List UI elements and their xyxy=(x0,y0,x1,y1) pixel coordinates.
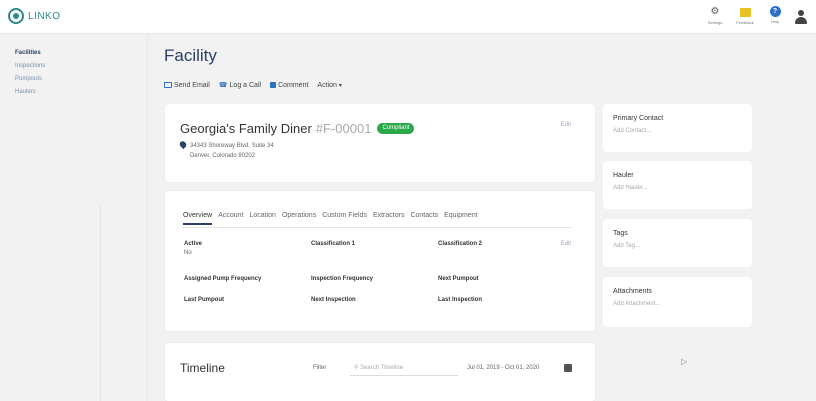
field-label: Active xyxy=(184,241,203,247)
facility-card: Georgia's Family Diner #F-00001 Complian… xyxy=(165,104,595,182)
field-label: Classification 1 xyxy=(311,241,356,247)
field-next-pumpout: Next Pumpout xyxy=(438,276,479,285)
field-label: Inspection Frequency xyxy=(311,276,374,282)
send-email-label: Send Email xyxy=(174,81,210,89)
tab-contacts[interactable]: Contacts xyxy=(410,212,438,225)
add-contact-link[interactable]: Add Contact... xyxy=(613,128,651,134)
add-hauler-link[interactable]: Add Hauler... xyxy=(613,185,648,191)
field-active: Active No xyxy=(184,241,202,256)
primary-contact-card: Primary Contact Add Contact... xyxy=(603,104,752,152)
logo-icon xyxy=(8,8,24,24)
tags-title: Tags xyxy=(613,230,628,237)
field-label: Next Inspection xyxy=(311,297,356,303)
tab-divider xyxy=(183,227,571,228)
field-assigned-pump-frequency: Assigned Pump Frequency xyxy=(184,276,261,285)
calendar-icon[interactable] xyxy=(564,364,572,372)
field-next-inspection: Next Inspection xyxy=(311,297,356,306)
hauler-card: Hauler Add Hauler... xyxy=(603,161,752,209)
logo-text: LINKO xyxy=(28,10,61,22)
chevron-down-icon: ▾ xyxy=(338,82,342,89)
field-inspection-frequency: Inspection Frequency xyxy=(311,276,373,285)
divider xyxy=(100,204,101,401)
attachments-card: Attachments Add Attachment... xyxy=(603,277,752,327)
top-icons: ⚙ Settings Feedback ? Help xyxy=(698,6,808,26)
sidebar-item-facilities[interactable]: Facilities xyxy=(15,50,147,56)
field-label: Last Inspection xyxy=(438,297,483,303)
sidebar-nav: Facilities Inspections Pumpouts Haulers xyxy=(0,34,147,95)
details-tabs: Overview Account Location Operations Cus… xyxy=(183,212,484,225)
field-label: Last Pumpout xyxy=(184,297,224,303)
tab-account[interactable]: Account xyxy=(218,212,243,225)
add-attachment-link[interactable]: Add Attachment... xyxy=(613,301,660,307)
field-label: Next Pumpout xyxy=(438,276,479,282)
timeline-date-range[interactable]: Jul 01, 2019 - Oct 01, 2020 xyxy=(467,365,539,371)
log-call-label: Log a Call xyxy=(229,81,262,89)
field-label: Assigned Pump Frequency xyxy=(184,276,262,282)
phone-icon: ☎ xyxy=(218,82,228,89)
primary-contact-title: Primary Contact xyxy=(613,115,664,122)
hauler-title: Hauler xyxy=(613,172,634,179)
field-last-inspection: Last Inspection xyxy=(438,297,482,306)
top-bar: LINKO ⚙ Settings Feedback ? Help xyxy=(0,0,816,34)
comment-button[interactable]: Comment xyxy=(270,82,308,89)
tab-overview[interactable]: Overview xyxy=(183,212,213,225)
timeline-card: Timeline Filter ⚲ Search Timeline Jul 01… xyxy=(165,343,595,401)
timeline-filter-label: Filter xyxy=(313,365,327,371)
address-line-2: Denver, Colorado 80202 xyxy=(190,153,256,159)
help-button[interactable]: ? Help xyxy=(762,6,788,24)
tab-equipment[interactable]: Equipment xyxy=(444,212,477,225)
help-label: Help xyxy=(770,19,780,24)
field-classification-1: Classification 1 xyxy=(311,241,355,250)
field-classification-2: Classification 2 xyxy=(438,241,482,250)
tab-operations[interactable]: Operations xyxy=(282,212,316,225)
field-label: Classification 2 xyxy=(438,241,483,247)
field-last-pumpout: Last Pumpout xyxy=(184,297,224,306)
address-line-1: 34343 Shoreway Blvd, Suite 34 xyxy=(190,143,274,149)
tab-location[interactable]: Location xyxy=(249,212,275,225)
mouse-cursor-icon: ▷ xyxy=(681,357,688,366)
attachments-title: Attachments xyxy=(613,288,652,295)
sidebar: Facilities Inspections Pumpouts Haulers xyxy=(0,34,148,401)
settings-label: Settings xyxy=(707,20,723,25)
timeline-search-input[interactable]: ⚲ Search Timeline xyxy=(350,358,458,376)
location-pin-icon xyxy=(178,139,188,150)
field-value: No xyxy=(184,250,192,256)
add-tag-link[interactable]: Add Tag... xyxy=(613,243,640,249)
sidebar-item-pumpouts[interactable]: Pumpouts xyxy=(15,76,147,82)
status-badge: Compliant xyxy=(377,123,415,134)
sidebar-item-haulers[interactable]: Haulers xyxy=(15,89,147,95)
action-dropdown[interactable]: Action ▾ xyxy=(317,82,341,89)
mail-icon xyxy=(164,82,172,88)
feedback-label: Feedback xyxy=(736,20,754,25)
user-avatar-icon[interactable] xyxy=(794,10,808,26)
details-card: Overview Account Location Operations Cus… xyxy=(165,191,595,331)
gear-icon: ⚙ xyxy=(710,6,720,17)
sidebar-item-inspections[interactable]: Inspections xyxy=(15,63,147,69)
help-icon: ? xyxy=(769,6,781,17)
facility-id: #F-00001 xyxy=(315,121,372,136)
page-title: Facility xyxy=(164,46,217,65)
comment-label: Comment xyxy=(278,81,309,89)
tab-extractors[interactable]: Extractors xyxy=(373,212,405,225)
facility-name: Georgia's Family Diner xyxy=(180,121,312,136)
facility-heading: Georgia's Family Diner #F-00001 Complian… xyxy=(180,121,415,136)
feedback-icon xyxy=(739,7,751,17)
facility-edit-link[interactable]: Edit xyxy=(561,122,571,128)
comment-icon xyxy=(270,82,277,88)
app-logo[interactable]: LINKO xyxy=(8,8,61,24)
action-bar: Send Email ☎ Log a Call Comment Action ▾ xyxy=(164,81,351,89)
details-edit-link[interactable]: Edit xyxy=(561,241,571,247)
tags-card: Tags Add Tag... xyxy=(603,219,752,267)
log-call-button[interactable]: ☎ Log a Call xyxy=(218,81,262,90)
timeline-title: Timeline xyxy=(180,361,225,375)
send-email-button[interactable]: Send Email xyxy=(164,82,210,89)
search-placeholder: Search Timeline xyxy=(360,365,404,371)
settings-button[interactable]: ⚙ Settings xyxy=(702,6,728,25)
action-label: Action xyxy=(317,81,337,89)
feedback-button[interactable]: Feedback xyxy=(732,6,758,25)
facility-address: 34343 Shoreway Blvd, Suite 34 Denver, Co… xyxy=(178,139,274,161)
tab-custom-fields[interactable]: Custom Fields xyxy=(322,212,367,225)
